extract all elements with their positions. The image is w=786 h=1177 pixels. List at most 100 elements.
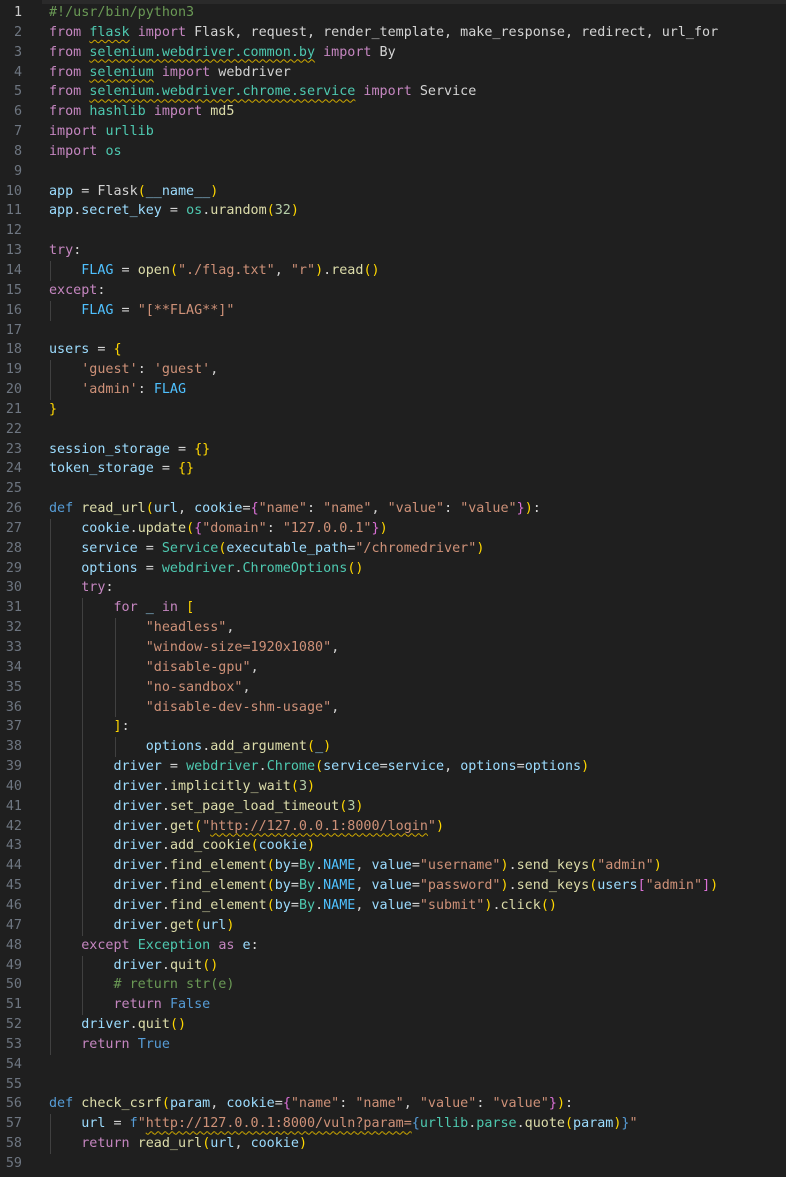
code-line[interactable]: 52 driver.quit()	[0, 1015, 786, 1035]
code-line[interactable]: 33 "window-size=1920x1080",	[0, 638, 786, 658]
code-line[interactable]: 26 def read_url(url, cookie={"name": "nam…	[0, 499, 786, 519]
code-text[interactable]: ]:	[49, 717, 786, 738]
code-line[interactable]: 5 from selenium.webdriver.chrome.service …	[0, 82, 786, 102]
code-line[interactable]: 56 def check_csrf(param, cookie={"name": …	[0, 1094, 786, 1114]
code-text[interactable]: driver.implicitly_wait(3)	[49, 776, 786, 797]
code-text[interactable]: except:	[49, 281, 786, 301]
code-line[interactable]: 12	[0, 221, 786, 241]
code-text[interactable]: }	[49, 400, 786, 420]
code-line[interactable]: 45 driver.find_element(by=By.NAME, value…	[0, 876, 786, 896]
code-text[interactable]: 'admin': FLAG	[49, 380, 786, 400]
code-text[interactable]: "disable-dev-shm-usage",	[49, 697, 786, 718]
code-line[interactable]: 41 driver.set_page_load_timeout(3)	[0, 796, 786, 817]
code-text[interactable]: return read_url(url, cookie)	[49, 1134, 786, 1154]
code-editor[interactable]: 1 #!/usr/bin/python3 2 from flask import Fl…	[0, 0, 786, 1177]
code-line[interactable]: 1 #!/usr/bin/python3	[0, 3, 786, 23]
code-line[interactable]: 43 driver.add_cookie(cookie)	[0, 836, 786, 857]
code-line[interactable]: 48 except Exception as e:	[0, 935, 786, 956]
code-line[interactable]: 28 service = Service(executable_path="/c…	[0, 538, 786, 559]
code-line[interactable]: 22	[0, 420, 786, 440]
code-line[interactable]: 23 session_storage = {}	[0, 440, 786, 460]
code-text[interactable]: driver.find_element(by=By.NAME, value="s…	[49, 895, 786, 916]
code-line[interactable]: 9	[0, 162, 786, 182]
code-line[interactable]: 3 from selenium.webdriver.common.by impor…	[0, 43, 786, 63]
code-line[interactable]: 7 import urllib	[0, 122, 786, 142]
code-text[interactable]: "no-sandbox",	[49, 677, 786, 698]
code-text[interactable]: session_storage = {}	[49, 440, 786, 460]
code-line[interactable]: 32 "headless",	[0, 618, 786, 638]
code-line[interactable]: 59	[0, 1154, 786, 1174]
code-line[interactable]: 25	[0, 479, 786, 499]
code-text[interactable]: app = Flask(__name__)	[49, 182, 786, 202]
code-line[interactable]: 21}	[0, 400, 786, 420]
code-text[interactable]: return True	[49, 1034, 786, 1055]
code-line[interactable]: 55	[0, 1075, 786, 1095]
code-line[interactable]: 18 users = {	[0, 340, 786, 360]
code-line[interactable]: 42 driver.get("http://127.0.0.1:8000/log…	[0, 816, 786, 837]
code-text[interactable]: return False	[49, 995, 786, 1016]
code-text[interactable]: import os	[49, 142, 786, 162]
code-text[interactable]: cookie.update({"domain": "127.0.0.1"})	[49, 518, 786, 539]
code-line[interactable]: 36 "disable-dev-shm-usage",	[0, 697, 786, 718]
code-text[interactable]: driver.get(url)	[49, 915, 786, 936]
code-text[interactable]: from selenium.webdriver.common.by import…	[49, 43, 786, 63]
code-text[interactable]: for _ in [	[49, 598, 786, 619]
code-text[interactable]: from hashlib import md5	[49, 102, 786, 122]
code-text[interactable]: driver = webdriver.Chrome(service=servic…	[49, 757, 786, 777]
code-line[interactable]: 40 driver.implicitly_wait(3)	[0, 776, 786, 797]
code-line[interactable]: 39 driver = webdriver.Chrome(service=ser…	[0, 757, 786, 777]
code-line[interactable]: 44 driver.find_element(by=By.NAME, value…	[0, 856, 786, 877]
code-line[interactable]: 17	[0, 321, 786, 341]
code-line[interactable]: 49 driver.quit()	[0, 955, 786, 976]
code-line[interactable]: 20 'admin': FLAG	[0, 380, 786, 400]
code-line[interactable]: 15 except:	[0, 281, 786, 301]
code-text[interactable]: import urllib	[49, 122, 786, 142]
code-line[interactable]: 58 return read_url(url, cookie)	[0, 1134, 786, 1154]
code-line[interactable]: 38 options.add_argument(_)	[0, 737, 786, 758]
code-line[interactable]: 37 ]:	[0, 717, 786, 738]
code-line[interactable]: 46 driver.find_element(by=By.NAME, value…	[0, 895, 786, 916]
code-text[interactable]: "headless",	[49, 618, 786, 638]
code-text[interactable]: def read_url(url, cookie={"name": "name"…	[49, 499, 786, 519]
code-text[interactable]: "window-size=1920x1080",	[49, 638, 786, 658]
code-line[interactable]: 30 try:	[0, 578, 786, 599]
code-text[interactable]: token_storage = {}	[49, 459, 786, 479]
code-text[interactable]: users = {	[49, 340, 786, 360]
code-text[interactable]: driver.get("http://127.0.0.1:8000/login"…	[49, 816, 786, 837]
code-text[interactable]: try:	[49, 578, 786, 599]
code-line[interactable]: 10 app = Flask(__name__)	[0, 182, 786, 202]
code-line[interactable]: 47 driver.get(url)	[0, 915, 786, 936]
code-line[interactable]: 2 from flask import Flask, request, rende…	[0, 23, 786, 43]
code-text[interactable]: FLAG = open("./flag.txt", "r").read()	[49, 260, 786, 281]
code-text[interactable]: #!/usr/bin/python3	[49, 3, 786, 23]
code-line[interactable]: 27 cookie.update({"domain": "127.0.0.1"}…	[0, 518, 786, 539]
code-lines[interactable]: 1 #!/usr/bin/python3 2 from flask import Fl…	[0, 3, 786, 1174]
code-text[interactable]: app.secret_key = os.urandom(32)	[49, 201, 786, 221]
code-line[interactable]: 35 "no-sandbox",	[0, 677, 786, 698]
code-text[interactable]: from flask import Flask, request, render…	[49, 23, 786, 43]
code-text[interactable]: url = f"http://127.0.0.1:8000/vuln?param…	[49, 1114, 786, 1135]
code-line[interactable]: 57 url = f"http://127.0.0.1:8000/vuln?pa…	[0, 1114, 786, 1135]
code-text[interactable]: driver.quit()	[49, 1015, 786, 1035]
code-text[interactable]: # return str(e)	[49, 975, 786, 996]
code-line[interactable]: 6 from hashlib import md5	[0, 102, 786, 122]
code-text[interactable]: driver.quit()	[49, 955, 786, 976]
code-line[interactable]: 14 FLAG = open("./flag.txt", "r").read()	[0, 260, 786, 281]
code-line[interactable]: 54	[0, 1055, 786, 1075]
code-text[interactable]: from selenium import webdriver	[49, 63, 786, 83]
code-line[interactable]: 4 from selenium import webdriver	[0, 63, 786, 83]
code-text[interactable]: from selenium.webdriver.chrome.service i…	[49, 82, 786, 102]
code-text[interactable]: service = Service(executable_path="/chro…	[49, 538, 786, 559]
code-text[interactable]: driver.find_element(by=By.NAME, value="u…	[49, 856, 786, 877]
code-text[interactable]: driver.add_cookie(cookie)	[49, 836, 786, 857]
code-line[interactable]: 31 for _ in [	[0, 598, 786, 619]
code-line[interactable]: 34 "disable-gpu",	[0, 657, 786, 678]
code-line[interactable]: 11 app.secret_key = os.urandom(32)	[0, 201, 786, 221]
code-text[interactable]: def check_csrf(param, cookie={"name": "n…	[49, 1094, 786, 1114]
code-text[interactable]: FLAG = "[**FLAG**]"	[49, 300, 786, 321]
code-line[interactable]: 24 token_storage = {}	[0, 459, 786, 479]
code-line[interactable]: 16 FLAG = "[**FLAG**]"	[0, 300, 786, 321]
code-text[interactable]: "disable-gpu",	[49, 657, 786, 678]
code-line[interactable]: 50 # return str(e)	[0, 975, 786, 996]
code-text[interactable]: driver.find_element(by=By.NAME, value="p…	[49, 876, 786, 896]
